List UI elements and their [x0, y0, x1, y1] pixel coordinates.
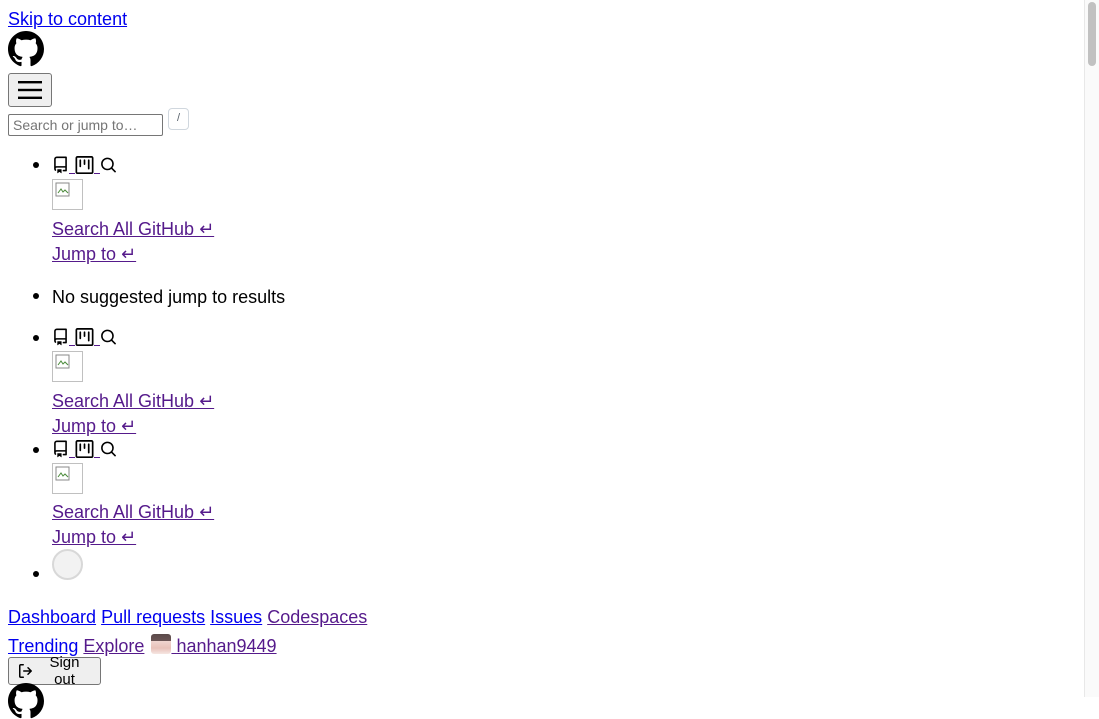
sign-out-icon [18, 664, 32, 678]
search-icon [101, 329, 116, 345]
vertical-scrollbar[interactable] [1084, 0, 1099, 697]
sign-out-button[interactable]: Sign out [8, 654, 101, 688]
nav-explore-link[interactable]: Explore [83, 636, 144, 656]
list-bullet [33, 335, 39, 341]
nav-dashboard-link[interactable]: Dashboard [8, 607, 96, 627]
search-all-github-link[interactable]: Search All GitHub ↵ [52, 390, 214, 413]
project-icon [75, 156, 94, 174]
list-bullet [33, 571, 39, 577]
broken-image-icon [52, 463, 83, 494]
search-shortcut-key: / [168, 108, 189, 130]
search-input[interactable] [8, 114, 163, 136]
broken-image-icon [52, 351, 83, 382]
github-logo-icon[interactable] [8, 683, 44, 719]
skip-to-content-link[interactable]: Skip to content [8, 8, 127, 31]
search-icon [101, 157, 116, 173]
list-bullet [33, 293, 39, 299]
jump-to-link[interactable]: Jump to ↵ [52, 243, 136, 266]
repo-icon [54, 440, 67, 458]
nav-codespaces-link[interactable]: Codespaces [267, 607, 367, 627]
scrollbar-thumb[interactable] [1088, 2, 1096, 66]
github-logo-icon[interactable] [8, 31, 44, 67]
primary-nav: Dashboard Pull requests Issues Codespace… [8, 606, 367, 629]
repo-icon [54, 156, 67, 174]
username: hanhan9449 [176, 636, 277, 656]
nav-pull-requests-link[interactable]: Pull requests [101, 607, 205, 627]
nav-trending-link[interactable]: Trending [8, 636, 78, 656]
broken-image-icon [52, 179, 83, 210]
avatar [151, 634, 172, 654]
hamburger-icon [18, 81, 42, 99]
loading-spinner-icon [52, 549, 83, 580]
no-results-text: No suggested jump to results [52, 287, 286, 307]
menu-toggle-button[interactable] [8, 73, 52, 107]
list-bullet [33, 162, 39, 168]
suggestion-icons [52, 154, 117, 174]
nav-issues-link[interactable]: Issues [210, 607, 262, 627]
search-icon [101, 441, 116, 457]
profile-link[interactable]: hanhan9449 [149, 634, 277, 656]
list-bullet [33, 447, 39, 453]
search-all-github-link[interactable]: Search All GitHub ↵ [52, 501, 214, 524]
search-all-github-link[interactable]: Search All GitHub ↵ [52, 218, 214, 241]
project-icon [75, 440, 94, 458]
jump-to-link[interactable]: Jump to ↵ [52, 526, 136, 549]
jump-to-link[interactable]: Jump to ↵ [52, 415, 136, 438]
sign-out-label: Sign out [49, 654, 80, 688]
suggestion-icons [52, 438, 117, 458]
suggestion-icons [52, 326, 117, 346]
repo-icon [54, 328, 67, 346]
project-icon [75, 328, 94, 346]
